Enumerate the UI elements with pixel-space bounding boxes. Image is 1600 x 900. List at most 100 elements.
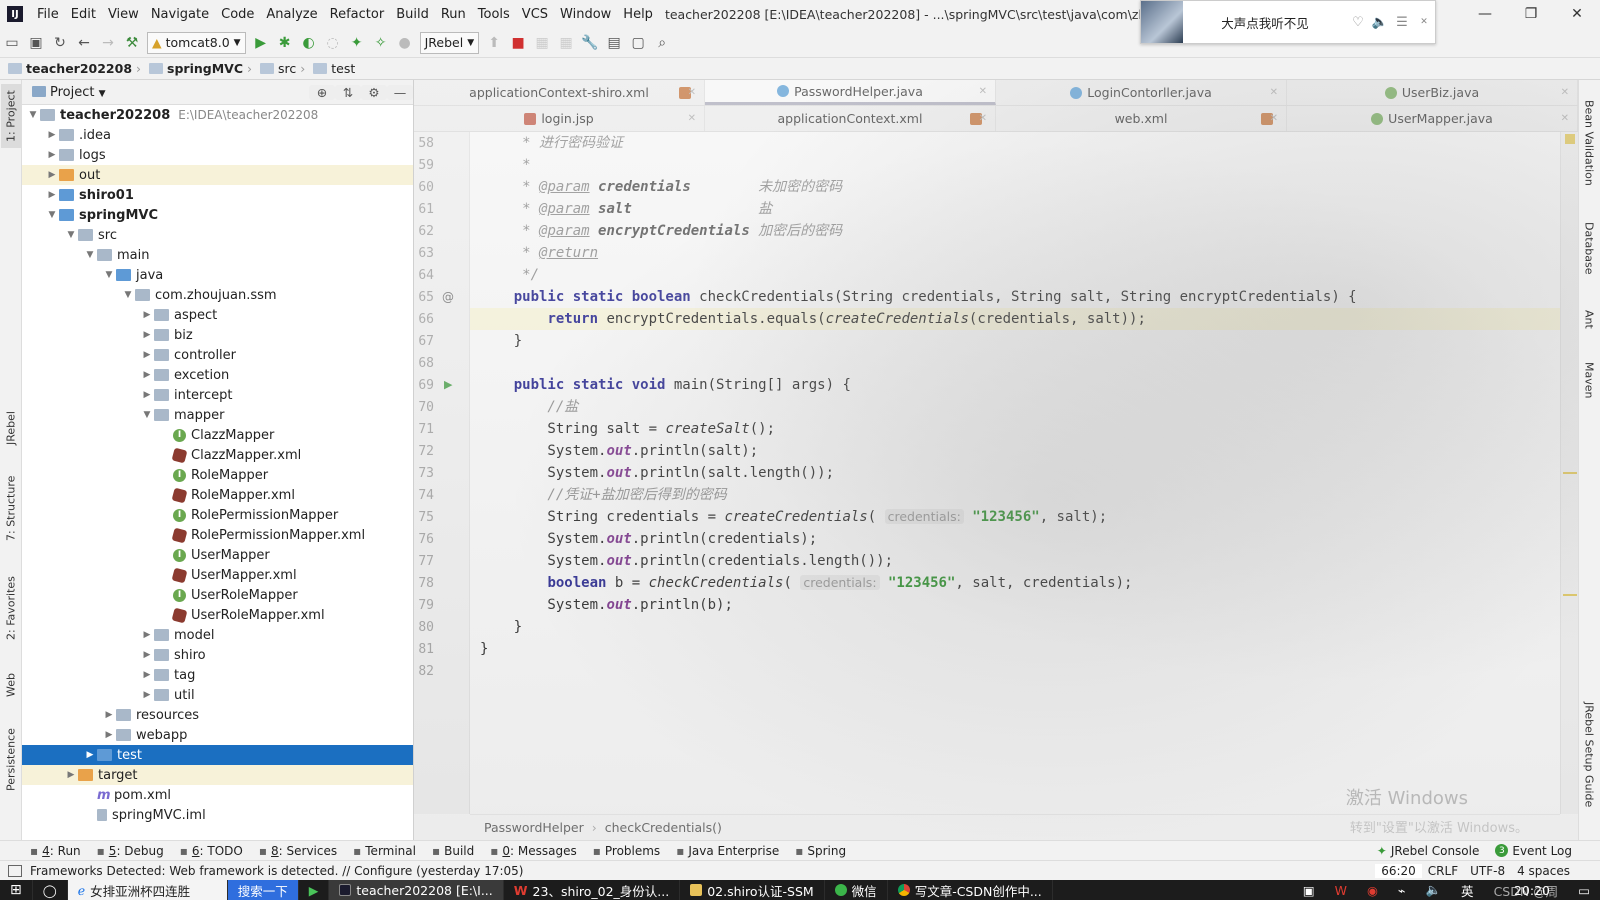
line-number[interactable]: 81	[414, 642, 434, 657]
project-structure-icon[interactable]: ▤	[602, 32, 626, 54]
chevron-right-icon[interactable]: ▶	[45, 150, 59, 160]
line-number[interactable]: 59	[414, 158, 434, 173]
toolwindow-button[interactable]: ▪ 0: Messages	[482, 844, 584, 858]
tree-item[interactable]: I RolePermissionMapper	[22, 505, 413, 525]
status-message[interactable]: Frameworks Detected: Web framework is de…	[30, 864, 1375, 878]
tree-item[interactable]: ▶ out	[22, 165, 413, 185]
line-number[interactable]: 69	[414, 378, 434, 393]
chevron-right-icon[interactable]: ▶	[140, 650, 154, 660]
run-config-select[interactable]: ▲ tomcat8.0 ▼	[147, 31, 246, 54]
tab-maven[interactable]: Maven	[1579, 350, 1599, 410]
menu-vcs[interactable]: VCS	[516, 7, 554, 22]
menu-view[interactable]: View	[102, 7, 145, 22]
popup-close-icon[interactable]: ✕	[1413, 17, 1435, 27]
windows-start-icon[interactable]: ⊞	[0, 880, 33, 900]
tree-item[interactable]: ▶ webapp	[22, 725, 413, 745]
tab-project[interactable]: 1: Project	[1, 84, 21, 148]
status-toggle-icon[interactable]	[8, 864, 22, 877]
crumb-module[interactable]: springMVC	[141, 61, 247, 76]
profile-icon[interactable]: ◌	[321, 32, 345, 54]
tab-close-icon[interactable]: ✕	[688, 87, 696, 98]
editor-tab[interactable]: UserBiz.java ✕	[1287, 80, 1578, 105]
taskbar-search[interactable]: ℯ 女排亚洲杯四连胜	[67, 880, 228, 900]
cortana-icon[interactable]: ◯	[33, 880, 68, 900]
tree-item[interactable]: ▶ test	[22, 745, 413, 765]
line-number[interactable]: 62	[414, 224, 434, 239]
crumb-test[interactable]: test	[305, 61, 359, 76]
line-number[interactable]: 65	[414, 290, 434, 305]
tree-item[interactable]: I UserMapper	[22, 545, 413, 565]
run-main-icon[interactable]: ▶	[444, 378, 452, 391]
tab-close-icon[interactable]: ✕	[1561, 113, 1569, 124]
tree-item[interactable]: RoleMapper.xml	[22, 485, 413, 505]
crumb-src[interactable]: src	[252, 61, 300, 76]
editor-tab[interactable]: login.jsp ✕	[414, 106, 705, 131]
toolwindow-button[interactable]: ▪ Problems	[585, 844, 668, 858]
search-icon[interactable]: ⌕	[650, 32, 674, 54]
jrebel-select[interactable]: JRebel ▼	[419, 31, 480, 54]
collapse-icon[interactable]: ⇅	[335, 84, 361, 100]
taskbar-app-wechat[interactable]: 微信	[825, 880, 888, 900]
tree-item[interactable]: I ClazzMapper	[22, 425, 413, 445]
chevron-right-icon[interactable]: ▶	[83, 750, 97, 760]
back-icon[interactable]: ←	[72, 32, 96, 54]
tray-network-icon[interactable]: ⌁	[1388, 880, 1416, 900]
chevron-right-icon[interactable]: ▶	[140, 370, 154, 380]
chevron-down-icon[interactable]: ▼	[64, 230, 78, 240]
tab-close-icon[interactable]: ✕	[979, 113, 987, 124]
tree-item[interactable]: ▼ java	[22, 265, 413, 285]
tab-close-icon[interactable]: ✕	[1561, 87, 1569, 98]
line-number[interactable]: 82	[414, 664, 434, 679]
notification-icon[interactable]: ▭	[1568, 880, 1600, 900]
line-number[interactable]: 66	[414, 312, 434, 327]
playlist-icon[interactable]: ☰	[1391, 15, 1413, 30]
line-number[interactable]: 58	[414, 136, 434, 151]
volume-icon[interactable]: 🔈	[1369, 15, 1391, 30]
tree-item[interactable]: ClazzMapper.xml	[22, 445, 413, 465]
run-icon[interactable]: ▶	[249, 32, 273, 54]
jrebel-run-icon[interactable]: ✦	[345, 32, 369, 54]
ant-icon[interactable]: ▦	[554, 32, 578, 54]
chevron-right-icon[interactable]: ▶	[140, 330, 154, 340]
tree-item[interactable]: ▼ main	[22, 245, 413, 265]
breadcrumb-class[interactable]: PasswordHelper	[484, 820, 584, 835]
tree-item[interactable]: ▶ model	[22, 625, 413, 645]
code-area[interactable]: * 进行密码验证 * * @param credentials 未加密的密码 *…	[470, 132, 1560, 814]
line-number[interactable]: 61	[414, 202, 434, 217]
chevron-right-icon[interactable]: ▶	[140, 390, 154, 400]
forward-icon[interactable]: →	[96, 32, 120, 54]
settings-gear-icon[interactable]: ⚙	[361, 84, 387, 100]
tree-item[interactable]: ▼ mapper	[22, 405, 413, 425]
tree-item[interactable]: ▶ resources	[22, 705, 413, 725]
chevron-right-icon[interactable]: ▶	[140, 310, 154, 320]
tree-item[interactable]: ▶ excetion	[22, 365, 413, 385]
line-number[interactable]: 76	[414, 532, 434, 547]
menu-file[interactable]: File	[31, 7, 65, 22]
taskbar-app-folder[interactable]: 02.shiro认证-SSM	[680, 880, 825, 900]
jrebel-console-button[interactable]: ✦ JRebel Console	[1369, 844, 1488, 858]
line-number[interactable]: 67	[414, 334, 434, 349]
tab-database[interactable]: Database	[1579, 208, 1599, 288]
line-number[interactable]: 64	[414, 268, 434, 283]
stop-icon[interactable]: ■	[506, 32, 530, 54]
tray-idea-icon[interactable]: ▣	[1293, 880, 1325, 900]
tree-item[interactable]: ▶ util	[22, 685, 413, 705]
tree-item[interactable]: ▶ logs	[22, 145, 413, 165]
line-number[interactable]: 60	[414, 180, 434, 195]
tree-item[interactable]: UserRoleMapper.xml	[22, 605, 413, 625]
debug-icon[interactable]: ✱	[273, 32, 297, 54]
tab-jrebel-setup[interactable]: JRebel Setup Guide	[1579, 680, 1599, 830]
coverage-icon[interactable]: ◐	[297, 32, 321, 54]
maximize-icon[interactable]: ❐	[1508, 0, 1554, 28]
line-number[interactable]: 68	[414, 356, 434, 371]
menu-code[interactable]: Code	[215, 7, 260, 22]
tab-close-icon[interactable]: ✕	[688, 113, 696, 124]
line-separator[interactable]: CRLF	[1428, 864, 1458, 878]
tree-item[interactable]: RolePermissionMapper.xml	[22, 525, 413, 545]
tree-item[interactable]: ▼ src	[22, 225, 413, 245]
taskbar-search-button[interactable]: 搜索一下	[227, 880, 299, 900]
tree-item[interactable]: ▶ target	[22, 765, 413, 785]
tree-item[interactable]: ▶ tag	[22, 665, 413, 685]
chevron-right-icon[interactable]: ▶	[102, 710, 116, 720]
stop-alt-icon[interactable]: ▦	[530, 32, 554, 54]
